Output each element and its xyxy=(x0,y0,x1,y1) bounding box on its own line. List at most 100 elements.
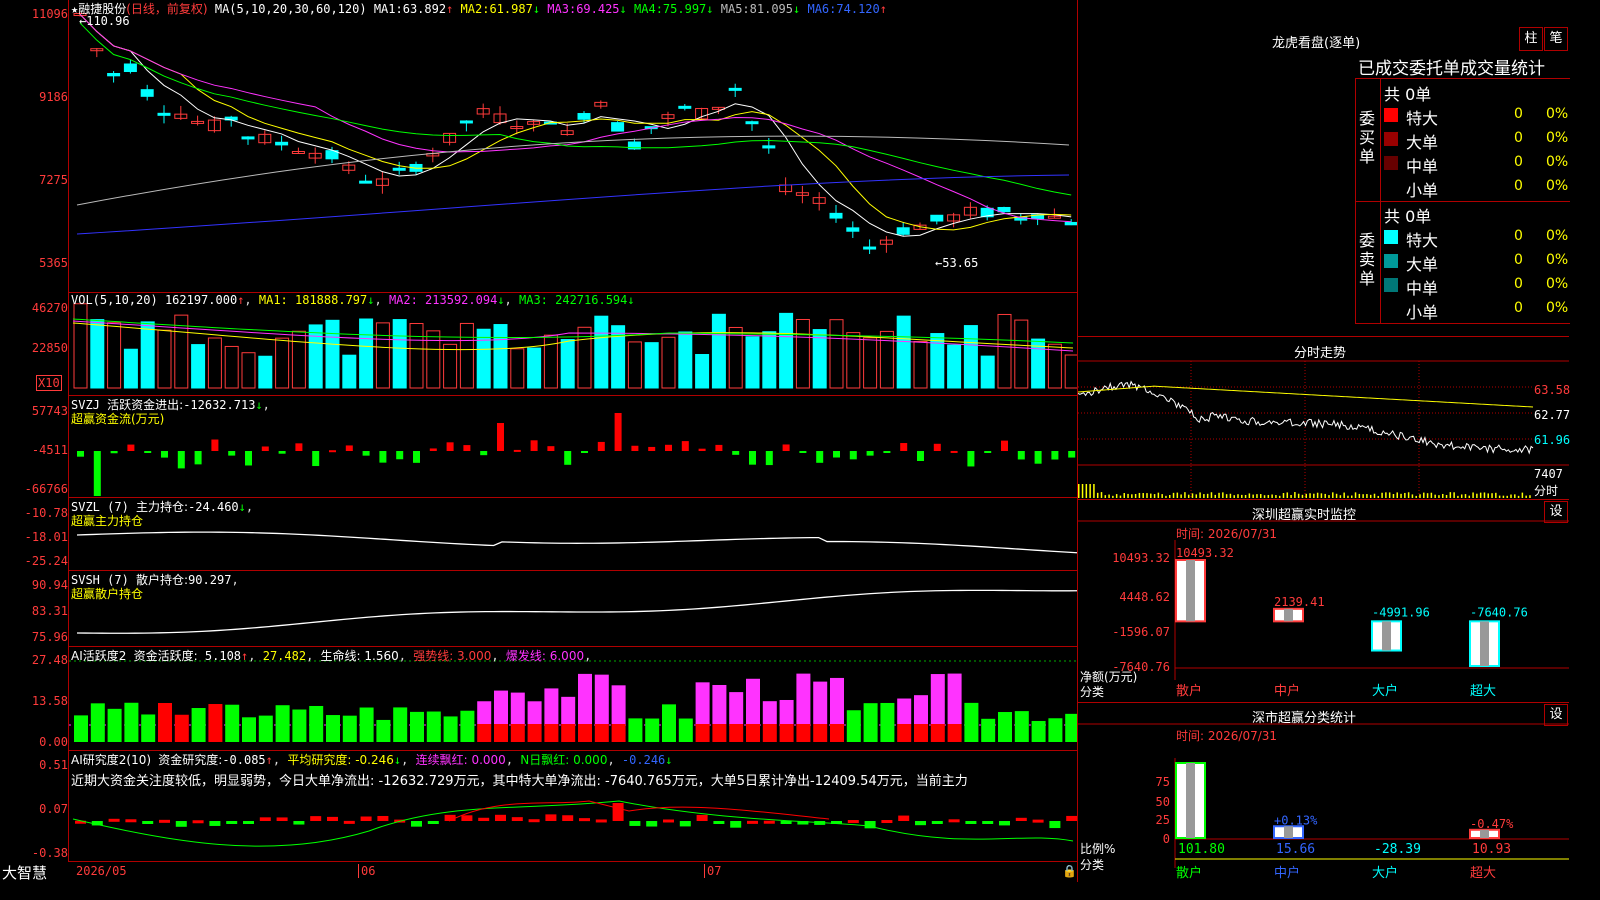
candlestick-chart[interactable] xyxy=(69,0,1077,292)
volume-bar xyxy=(795,318,810,389)
flow-bar xyxy=(110,451,118,454)
intraday-vol-bar xyxy=(1351,495,1353,498)
aires-red: 连续飘红: 0.000 xyxy=(415,753,506,767)
vol-y-tick: 46270 xyxy=(31,301,68,315)
aiact-label: AI活跃度2 xyxy=(71,649,127,663)
intraday-vol-bar xyxy=(1301,494,1304,498)
net-amount-bar-chart[interactable]: 10493.32 4448.62 -1596.07 -7640.76 10493.32 散… xyxy=(1078,500,1569,702)
svsh-title: 超赢散户持仓 xyxy=(71,587,144,601)
volume-bar xyxy=(728,326,743,389)
category-label: 超大 xyxy=(1470,866,1496,881)
volume-chart[interactable] xyxy=(69,293,1077,395)
svzl-y-tick: -18.01 xyxy=(24,530,68,544)
flow-bar xyxy=(329,450,336,453)
intraday-vol-bar xyxy=(1525,495,1527,498)
activity-bar-base xyxy=(914,724,928,742)
pct-label: -0.47% xyxy=(1470,817,1514,831)
intraday-vol-bar xyxy=(1169,495,1171,498)
activity-bar-base xyxy=(477,724,492,742)
intraday-vol-bar xyxy=(1176,492,1179,498)
candle-body xyxy=(678,105,692,109)
research-bar xyxy=(1015,817,1027,821)
volume-bar xyxy=(476,328,491,389)
ma2-value: 61.987 xyxy=(489,2,533,16)
activity-bar xyxy=(258,715,273,742)
lock-icon[interactable]: 🔒 xyxy=(1062,864,1077,878)
intraday-vol-bar xyxy=(1244,494,1247,498)
flow-bar xyxy=(765,451,773,466)
activity-bar xyxy=(1065,713,1077,742)
activity-bar xyxy=(662,704,676,742)
candle-body xyxy=(577,113,591,120)
intraday-vol-tick: 7407 xyxy=(1534,467,1563,481)
intraday-y-tick: 62.77 xyxy=(1534,408,1571,422)
intraday-vol-bar xyxy=(1373,493,1376,498)
intraday-vol-bar xyxy=(1131,494,1133,498)
flow-bar xyxy=(497,423,504,451)
research-bar xyxy=(999,821,1010,826)
aiact-v1-trend: ↑ xyxy=(241,649,249,663)
activity-bar xyxy=(645,718,660,742)
activity-bar xyxy=(779,699,794,724)
category-bar-shade xyxy=(1382,621,1391,651)
price-y-tick: 5365 xyxy=(39,256,68,270)
activity-bar xyxy=(611,685,626,724)
tick-view-button[interactable]: 笔 xyxy=(1544,27,1568,51)
activity-bar-base xyxy=(762,724,777,742)
category-label: 中户 xyxy=(1274,683,1300,699)
vol-unit-badge[interactable]: X10 xyxy=(36,375,62,391)
research-bar xyxy=(226,821,238,824)
activity-bar xyxy=(561,696,576,724)
svzl-value: -24.460 xyxy=(188,500,239,514)
volume-bar xyxy=(275,337,290,389)
price-y-tick: 9186 xyxy=(39,90,68,104)
row-count: 0 xyxy=(1514,178,1523,194)
chart-mode[interactable]: (日线，前复权) xyxy=(126,2,207,16)
ma3-value: 69.425 xyxy=(576,2,620,16)
intraday-vol-bar xyxy=(1354,492,1357,498)
value-label: 10.93 xyxy=(1472,842,1511,857)
value-label: -4991.96 xyxy=(1372,605,1430,619)
intraday-chart[interactable] xyxy=(1078,337,1569,499)
flow-bar xyxy=(866,451,874,456)
intraday-vol-bar xyxy=(1146,493,1148,498)
ai-activity-panel: AI活跃度2 资金活跃度: 5.108↑, 27.482, 生命线: 1.560… xyxy=(68,647,1077,751)
volume-bar xyxy=(980,355,995,389)
flow-bar xyxy=(93,451,101,496)
activity-bar xyxy=(208,704,223,742)
activity-bar xyxy=(191,708,206,742)
intraday-vol-bar xyxy=(1119,495,1122,498)
volume-bar xyxy=(426,330,441,389)
ma6-trend: ↑ xyxy=(879,2,887,16)
aiact-v1: 5.108 xyxy=(204,649,242,663)
intraday-vol-bar xyxy=(1263,495,1266,498)
flow-bar xyxy=(614,413,622,451)
intraday-vol-bar xyxy=(1335,493,1338,498)
intraday-vol-bar xyxy=(1108,494,1110,498)
svsh-value: 90.297 xyxy=(188,573,232,587)
intraday-vol-bar xyxy=(1442,493,1444,498)
bar-view-button[interactable]: 柱 xyxy=(1519,27,1543,51)
activity-bar-base xyxy=(494,724,508,742)
intraday-vol-bar xyxy=(1191,493,1194,498)
intraday-vol-bar xyxy=(1184,492,1186,498)
intraday-vol-bar xyxy=(1514,494,1516,498)
intraday-vol-bar xyxy=(1309,493,1311,498)
intraday-vol-bar xyxy=(1161,494,1163,498)
volume-bar xyxy=(863,337,878,389)
aiact-header: AI活跃度2 资金活跃度: 5.108↑, 27.482, 生命线: 1.560… xyxy=(71,649,592,663)
intraday-vol-bar xyxy=(1506,495,1508,498)
category-label: 散户 xyxy=(1176,683,1202,699)
intraday-y-tick: 61.96 xyxy=(1534,433,1571,447)
intraday-vol-bar xyxy=(1388,492,1391,498)
ratio-bar-chart[interactable]: 75 50 25 0 101.80 散户 +0.13% 15.66 中户 -28.39 大户 -0.4… xyxy=(1078,703,1569,882)
volume-bar xyxy=(745,336,760,389)
ai-research-panel: AI研究度2(10) 资金研究度:-0.085↑, 平均研究度: -0.246↓… xyxy=(68,751,1077,862)
activity-bar xyxy=(393,707,408,742)
candle-body xyxy=(896,227,910,235)
intraday-vol-bar xyxy=(1267,494,1270,498)
y-axis-column: 11096 9186 7275 5365 46270 22850 X10 577… xyxy=(0,0,68,882)
research-bar xyxy=(461,815,473,821)
svsh-y-tick: 75.96 xyxy=(31,630,68,644)
volume-bar xyxy=(73,303,88,389)
